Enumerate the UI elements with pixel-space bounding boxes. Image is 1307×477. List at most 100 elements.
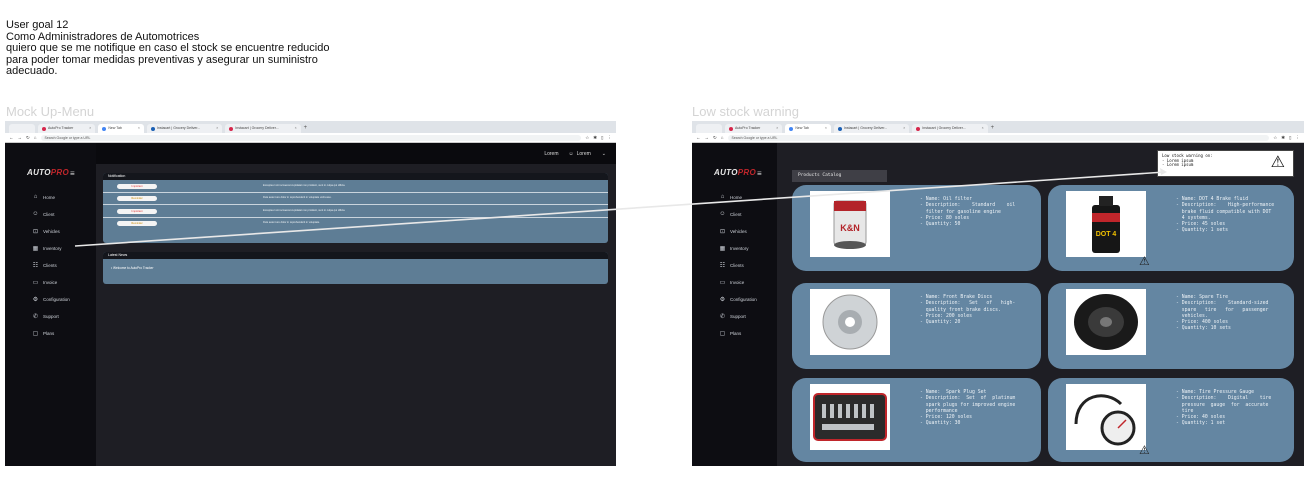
- forward-arrow-icon[interactable]: →: [18, 135, 23, 140]
- sidebar-item-configuration[interactable]: ⚙ Configuration: [719, 296, 757, 303]
- new-tab-icon[interactable]: +: [304, 124, 308, 133]
- new-tab-icon[interactable]: +: [991, 124, 995, 133]
- browser-window-button[interactable]: [696, 124, 722, 133]
- sidebar-item-label: Invoice: [730, 280, 745, 285]
- sidebar-item-clients[interactable]: ☷ Clients: [719, 262, 744, 269]
- notification-text: Excepteur sint occaecat cupidatat non pr…: [263, 183, 346, 187]
- tab-favicon-icon: [102, 126, 107, 131]
- menu-dots-icon[interactable]: ⋮: [1296, 135, 1301, 141]
- bookmark-star-icon[interactable]: ☆: [1273, 135, 1277, 141]
- notification-row[interactable]: Reminder Duis aute irure dolor in reprehe…: [103, 218, 608, 231]
- sidebar-item-label: Configuration: [43, 297, 70, 302]
- tab-close-icon[interactable]: ×: [776, 124, 778, 133]
- sidebar-item-home[interactable]: ⌂ Home: [719, 194, 742, 200]
- tab-favicon-icon: [42, 126, 46, 131]
- tab-title: New Tab: [795, 126, 809, 130]
- product-card[interactable]: - Name: Spare Tire - Description: Standa…: [1048, 283, 1294, 369]
- sidebar-item-configuration[interactable]: ⚙ Configuration: [32, 296, 70, 303]
- tab-close-icon[interactable]: ×: [138, 124, 140, 133]
- low-stock-alert[interactable]: Low stock warning on: - Lorem ipsum - Lo…: [1157, 150, 1294, 177]
- brake-fluid-image: DOT 4: [1066, 191, 1146, 257]
- sidepanel-icon[interactable]: ▯: [1289, 135, 1291, 141]
- reload-icon[interactable]: ↻: [26, 135, 30, 141]
- notification-row[interactable]: Reminder Duis aute irure dolor in reprehe…: [103, 193, 608, 205]
- product-details: - Name: Oil filter - Description: Standa…: [920, 197, 1016, 228]
- browser-tab[interactable]: Instacart | Grocery Deliver... ×: [225, 124, 301, 133]
- back-arrow-icon[interactable]: ←: [696, 135, 701, 140]
- hamburger-menu-icon[interactable]: ≡: [70, 170, 75, 178]
- browser-tab[interactable]: Instacart | Grocery Deliver... ×: [146, 124, 223, 133]
- tab-title: AutoPro Tracker: [735, 126, 761, 130]
- products-catalog-title: Products Catalog: [792, 170, 887, 182]
- top-bar: Lorem ☺ Lorem ⌄: [96, 143, 616, 164]
- extensions-icon[interactable]: ✱: [1281, 135, 1285, 141]
- product-card[interactable]: DOT 4 - Name: DOT 4 Brake fluid - Descri…: [1048, 185, 1294, 271]
- url-input[interactable]: Search Google or type a URL: [40, 134, 582, 141]
- sidebar-item-clients[interactable]: ☷ Clients: [32, 262, 57, 269]
- sidebar-item-client[interactable]: ☺ Client: [719, 211, 741, 217]
- tab-close-icon[interactable]: ×: [982, 124, 984, 133]
- forward-arrow-icon[interactable]: →: [705, 135, 710, 140]
- tab-title: New Tab: [108, 126, 122, 130]
- sidebar-item-plans[interactable]: ▢ Plans: [32, 330, 55, 337]
- tab-close-icon[interactable]: ×: [295, 124, 297, 133]
- sidebar-item-plans[interactable]: ▢ Plans: [719, 330, 742, 337]
- menu-dots-icon[interactable]: ⋮: [608, 135, 613, 141]
- sidebar-item-label: Vehicles: [43, 229, 60, 234]
- browser-window-button[interactable]: [9, 124, 35, 133]
- sidepanel-icon[interactable]: ▯: [601, 135, 603, 141]
- browser-tab[interactable]: Instacart | Grocery Deliver... ×: [912, 124, 988, 133]
- news-item[interactable]: • Welcome to AutoPro Tracker: [111, 266, 154, 270]
- tab-close-icon[interactable]: ×: [903, 124, 905, 133]
- browser-tab[interactable]: AutoPro Tracker ×: [38, 124, 96, 133]
- topbar-lorem-link[interactable]: Lorem: [544, 151, 558, 157]
- tab-favicon-icon: [150, 126, 155, 131]
- hamburger-menu-icon[interactable]: ≡: [757, 170, 762, 178]
- tab-close-icon[interactable]: ×: [89, 124, 91, 133]
- back-arrow-icon[interactable]: ←: [9, 135, 14, 140]
- tab-close-icon[interactable]: ×: [216, 124, 218, 133]
- tab-favicon-icon: [229, 126, 234, 131]
- sidebar-item-inventory[interactable]: ▦ Inventory: [719, 245, 749, 252]
- sidebar-item-support[interactable]: ✆ Support: [719, 313, 746, 320]
- user-name: Lorem: [576, 150, 591, 157]
- tab-title: Instacart | Grocery Deliver...: [843, 126, 888, 130]
- sidebar-item-label: Clients: [730, 263, 744, 268]
- browser-tab[interactable]: Instacart | Grocery Deliver... ×: [833, 124, 910, 133]
- panel-title: Latest News: [103, 252, 608, 259]
- clients-icon: ☷: [32, 263, 39, 269]
- bookmark-star-icon[interactable]: ☆: [585, 135, 589, 141]
- svg-text:K&N: K&N: [840, 223, 860, 233]
- sidebar-item-vehicles[interactable]: ⊡ Vehicles: [32, 228, 60, 235]
- extensions-icon[interactable]: ✱: [593, 135, 597, 141]
- warning-icon: ⚠: [1270, 154, 1285, 171]
- product-card[interactable]: - Name: Front Brake Discs - Description:…: [792, 283, 1041, 369]
- notification-row[interactable]: Important Excepteur sint occaecat cupidat…: [103, 205, 608, 218]
- sidebar-item-label: Inventory: [43, 246, 62, 251]
- sidebar-item-inventory[interactable]: ▦ Inventory: [32, 245, 62, 252]
- user-menu[interactable]: ☺ Lorem ⌄: [569, 151, 607, 157]
- home-icon[interactable]: ⌂: [721, 135, 724, 140]
- product-card[interactable]: - Name: Tire Pressure Gauge - Descriptio…: [1048, 378, 1294, 462]
- product-card[interactable]: K&N - Name: Oil filter - Description: St…: [792, 185, 1041, 271]
- status-badge: Reminder: [117, 196, 157, 201]
- browser-tab[interactable]: New Tab ×: [98, 124, 144, 133]
- browser-tab[interactable]: New Tab ×: [785, 124, 831, 133]
- sidebar-item-invoice[interactable]: ▭ Invoice: [719, 279, 745, 286]
- url-input[interactable]: Search Google or type a URL: [727, 134, 1270, 141]
- home-icon[interactable]: ⌂: [34, 135, 37, 140]
- sidebar-item-client[interactable]: ☺ Client: [32, 211, 54, 217]
- tab-close-icon[interactable]: ×: [825, 124, 827, 133]
- browser-tab[interactable]: AutoPro Tracker ×: [725, 124, 783, 133]
- notification-row[interactable]: Important Excepteur sint occaecat cupidat…: [103, 180, 608, 193]
- sidebar-item-vehicles[interactable]: ⊡ Vehicles: [719, 228, 747, 235]
- sidebar-item-home[interactable]: ⌂ Home: [32, 194, 55, 200]
- product-card[interactable]: - Name: Spark Plug Set - Description: Se…: [792, 378, 1041, 462]
- product-details: - Name: Spark Plug Set - Description: Se…: [920, 390, 1016, 427]
- sidebar-item-invoice[interactable]: ▭ Invoice: [32, 279, 58, 286]
- reload-icon[interactable]: ↻: [713, 135, 717, 141]
- vehicle-icon: ⊡: [32, 229, 39, 235]
- autopro-logo: AUTOPRO: [714, 168, 756, 177]
- sidebar-item-support[interactable]: ✆ Support: [32, 313, 59, 320]
- browser-address-bar: ← → ↻ ⌂ Search Google or type a URL ☆ ✱ …: [5, 133, 616, 143]
